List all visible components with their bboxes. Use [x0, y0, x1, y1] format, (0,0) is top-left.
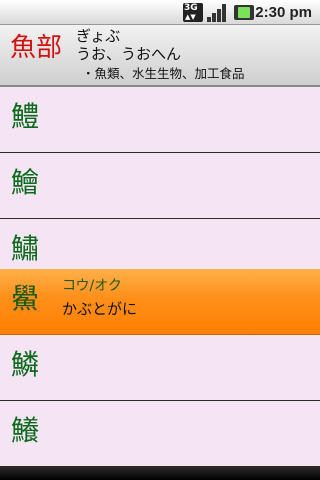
kanji-reading: コウ/オク — [62, 278, 122, 294]
list-item[interactable]: 鱧 — [0, 87, 320, 153]
kanji-character: 鱶 — [11, 414, 40, 447]
list-item[interactable]: 鱠 — [0, 153, 320, 219]
battery-charging-icon — [234, 3, 256, 22]
status-bar: 3G ▲▼ 2:30 pm — [0, 0, 320, 25]
radical-header: 魚部 ぎょぶ うお、うおへん ・魚類、水生生物、加工食品 — [0, 25, 320, 87]
bottom-edge — [0, 467, 320, 480]
radical-title: 魚部 — [10, 33, 63, 63]
kanji-character: 鱧 — [11, 100, 40, 133]
kanji-character: 鱐 — [11, 232, 40, 265]
kanji-character: 鱗 — [11, 348, 40, 381]
radical-reading: ぎょぶ — [76, 27, 121, 45]
list-item-selected[interactable]: 鱟 コウ/オク かぶとがに — [0, 269, 320, 335]
list-item[interactable]: 鱶 — [0, 401, 320, 467]
radical-categories: ・魚類、水生生物、加工食品 — [82, 66, 245, 81]
list-item[interactable]: 鱗 — [0, 335, 320, 401]
kanji-character: 鱟 — [11, 282, 40, 315]
status-clock: 2:30 pm — [255, 4, 312, 21]
radical-alt-reading: うお、うおへん — [76, 45, 182, 63]
kanji-list[interactable]: 鱧 鱠 鱐 鱟 コウ/オク かぶとがに 鱗 鱶 — [0, 87, 320, 467]
screen: 3G ▲▼ 2:30 pm 魚部 ぎょぶ うお、うおへん ・魚類、水生生物、加工… — [0, 0, 320, 480]
kanji-meaning: かぶとがに — [62, 300, 138, 318]
signal-strength-icon — [207, 3, 229, 22]
kanji-character: 鱠 — [11, 166, 40, 199]
network-3g-icon: 3G ▲▼ — [183, 3, 203, 22]
